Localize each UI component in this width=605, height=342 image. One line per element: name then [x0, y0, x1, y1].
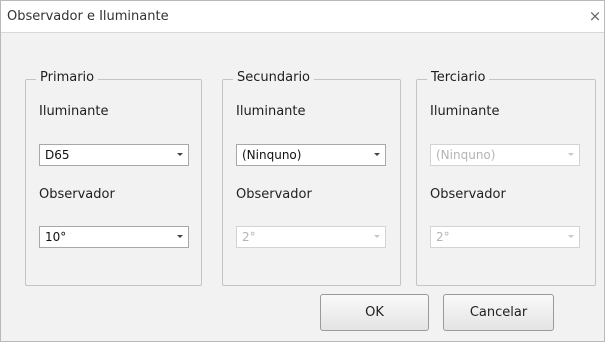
group-primario: Primario Iluminante D65 Observador 10°: [25, 70, 202, 286]
observer-value-primario: 10°: [45, 230, 67, 244]
illuminant-value-terciario: (Ninquno): [436, 148, 496, 162]
chevron-down-icon: [374, 235, 380, 238]
group-legend-secundario: Secundario: [233, 70, 315, 85]
observer-select-primario[interactable]: 10°: [39, 226, 189, 248]
observer-value-secundario: 2°: [242, 230, 256, 244]
illuminant-value-secundario: (Ninquno): [242, 148, 302, 162]
illuminant-select-secundario[interactable]: (Ninquno): [236, 144, 386, 166]
group-legend-primario: Primario: [36, 70, 99, 85]
chevron-down-icon: [177, 235, 183, 238]
chevron-down-icon: [568, 153, 574, 156]
title-bar: Observador e Iluminante ×: [1, 1, 604, 33]
dialog-window: Observador e Iluminante × Primario Ilumi…: [0, 0, 605, 342]
chevron-down-icon: [374, 153, 380, 156]
illuminant-label-primario: Iluminante: [39, 104, 109, 119]
close-icon[interactable]: ×: [587, 7, 603, 25]
chevron-down-icon: [177, 153, 183, 156]
observer-select-secundario: 2°: [236, 226, 386, 248]
observer-label-terciario: Observador: [430, 187, 506, 202]
illuminant-select-primario[interactable]: D65: [39, 144, 189, 166]
observer-value-terciario: 2°: [436, 230, 450, 244]
illuminant-value-primario: D65: [45, 148, 70, 162]
observer-label-secundario: Observador: [236, 187, 312, 202]
observer-select-terciario: 2°: [430, 226, 580, 248]
illuminant-select-terciario: (Ninquno): [430, 144, 580, 166]
group-terciario: Terciario Iluminante (Ninquno) Observado…: [416, 70, 596, 286]
illuminant-label-secundario: Iluminante: [236, 104, 306, 119]
cancel-button[interactable]: Cancelar: [443, 294, 554, 331]
window-title: Observador e Iluminante: [7, 9, 169, 24]
ok-button[interactable]: OK: [320, 294, 429, 331]
illuminant-label-terciario: Iluminante: [430, 104, 500, 119]
group-legend-terciario: Terciario: [427, 70, 490, 85]
chevron-down-icon: [568, 235, 574, 238]
observer-label-primario: Observador: [39, 187, 115, 202]
group-secundario: Secundario Iluminante (Ninquno) Observad…: [222, 70, 401, 286]
